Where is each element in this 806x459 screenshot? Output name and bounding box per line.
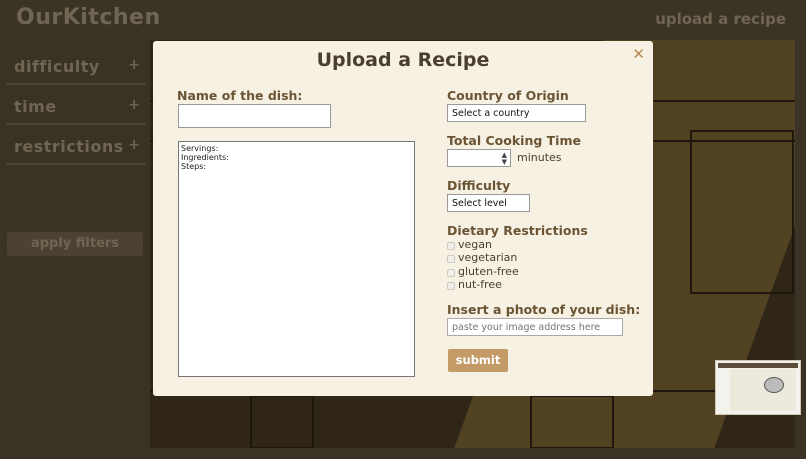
photo-url-input[interactable] bbox=[447, 318, 623, 336]
dietary-label: Dietary Restrictions bbox=[447, 223, 588, 238]
filter-restrictions[interactable]: restrictions + bbox=[6, 125, 146, 165]
submit-button[interactable]: submit bbox=[448, 349, 508, 372]
cabinet-door bbox=[250, 395, 314, 448]
thumbnail-dish-image bbox=[764, 377, 784, 393]
cooking-time-input[interactable]: ▲ ▼ bbox=[447, 149, 511, 167]
photo-label: Insert a photo of your dish: bbox=[447, 302, 641, 317]
apply-filters-button[interactable]: apply filters bbox=[7, 232, 143, 256]
dish-name-input[interactable] bbox=[178, 104, 331, 128]
spinner-icon[interactable]: ▲ ▼ bbox=[502, 152, 507, 166]
upload-recipe-link[interactable]: upload a recipe bbox=[655, 10, 786, 28]
modal-title: Upload a Recipe bbox=[316, 49, 490, 71]
recipe-details-textarea[interactable]: Servings: Ingredients: Steps: bbox=[178, 141, 415, 377]
checkbox-label: vegetarian bbox=[458, 251, 518, 264]
top-bar: OurKitchen upload a recipe bbox=[0, 0, 806, 40]
checkbox[interactable] bbox=[447, 269, 455, 277]
filter-label: restrictions bbox=[14, 137, 124, 156]
country-label: Country of Origin bbox=[447, 88, 569, 103]
filter-sidebar: difficulty + time + restrictions + apply… bbox=[0, 40, 150, 459]
checkbox-label: vegan bbox=[458, 238, 492, 251]
filter-label: difficulty bbox=[14, 57, 100, 76]
checkbox[interactable] bbox=[447, 242, 455, 250]
checkbox[interactable] bbox=[447, 255, 455, 263]
checkbox-label: nut-free bbox=[458, 278, 502, 291]
expand-icon[interactable]: + bbox=[128, 97, 140, 113]
country-select[interactable]: Select a country bbox=[447, 104, 586, 122]
difficulty-select[interactable]: Select level bbox=[447, 194, 530, 212]
checkbox[interactable] bbox=[447, 282, 455, 290]
filter-label: time bbox=[14, 97, 57, 116]
thumbnail-topbar bbox=[718, 363, 798, 368]
filter-difficulty[interactable]: difficulty + bbox=[6, 45, 146, 85]
expand-icon[interactable]: + bbox=[128, 137, 140, 153]
filter-time[interactable]: time + bbox=[6, 85, 146, 125]
close-icon[interactable]: ✕ bbox=[632, 45, 645, 63]
logo[interactable]: OurKitchen bbox=[16, 5, 161, 30]
window-pane bbox=[690, 130, 794, 294]
difficulty-selected-value: Select level bbox=[452, 198, 507, 209]
preview-thumbnail bbox=[715, 360, 801, 415]
cabinet-door bbox=[530, 395, 614, 448]
cooking-time-units: minutes bbox=[517, 151, 562, 164]
difficulty-label: Difficulty bbox=[447, 178, 511, 193]
thumbnail-modal bbox=[730, 369, 796, 411]
country-selected-value: Select a country bbox=[452, 108, 530, 119]
upload-recipe-modal: Upload a Recipe ✕ Name of the dish: Serv… bbox=[153, 41, 653, 396]
expand-icon[interactable]: + bbox=[128, 57, 140, 73]
cooking-time-label: Total Cooking Time bbox=[447, 133, 581, 148]
checkbox-label: gluten-free bbox=[458, 265, 519, 278]
dish-name-label: Name of the dish: bbox=[177, 88, 303, 103]
